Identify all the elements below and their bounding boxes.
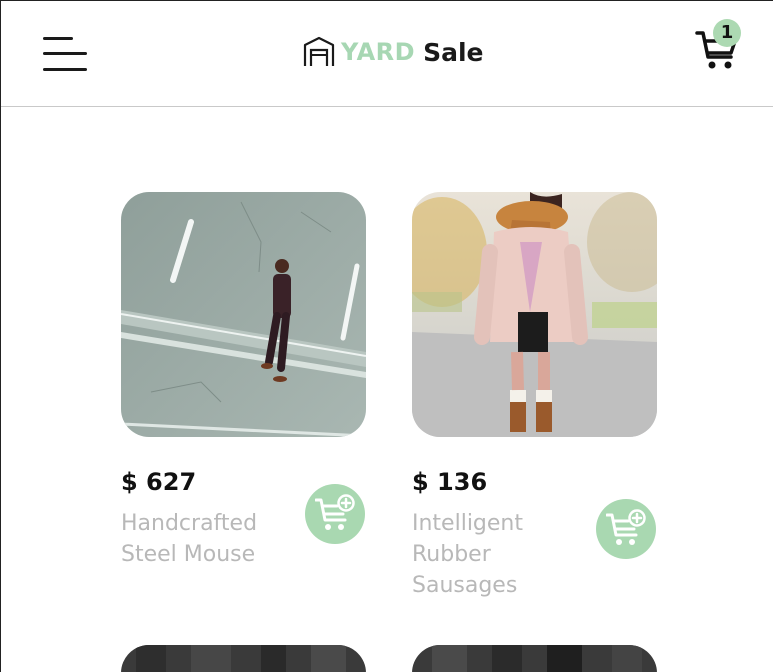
logo-text-primary: YARD bbox=[341, 38, 416, 66]
menu-line bbox=[43, 37, 73, 40]
product-price: $ 136 bbox=[412, 468, 488, 496]
menu-button[interactable] bbox=[43, 37, 89, 73]
product-name: Handcrafted Steel Mouse bbox=[121, 511, 258, 567]
product-photo-partial[interactable] bbox=[412, 645, 657, 672]
logo-text-secondary: Sale bbox=[423, 37, 484, 67]
cart-count-badge: 1 bbox=[713, 19, 741, 47]
garage-icon bbox=[303, 36, 335, 66]
menu-line bbox=[43, 52, 87, 55]
product-name: Intelligent Rubber Sausages bbox=[412, 511, 523, 598]
product-price: $ 627 bbox=[121, 468, 197, 496]
product-card[interactable] bbox=[412, 192, 657, 437]
product-card[interactable] bbox=[121, 192, 366, 437]
add-to-cart-button[interactable] bbox=[305, 484, 365, 544]
menu-line bbox=[43, 68, 87, 71]
woman-in-pink-coat-photo[interactable] bbox=[412, 192, 657, 437]
man-walking-on-street-photo[interactable] bbox=[121, 192, 366, 437]
cart-plus-icon bbox=[606, 509, 646, 545]
product-photo-partial[interactable] bbox=[121, 645, 366, 672]
app-header: YARD Sale 1 bbox=[1, 1, 773, 107]
brand-logo[interactable]: YARD Sale bbox=[303, 35, 483, 69]
add-to-cart-button[interactable] bbox=[596, 499, 656, 559]
cart-plus-icon bbox=[315, 494, 355, 530]
